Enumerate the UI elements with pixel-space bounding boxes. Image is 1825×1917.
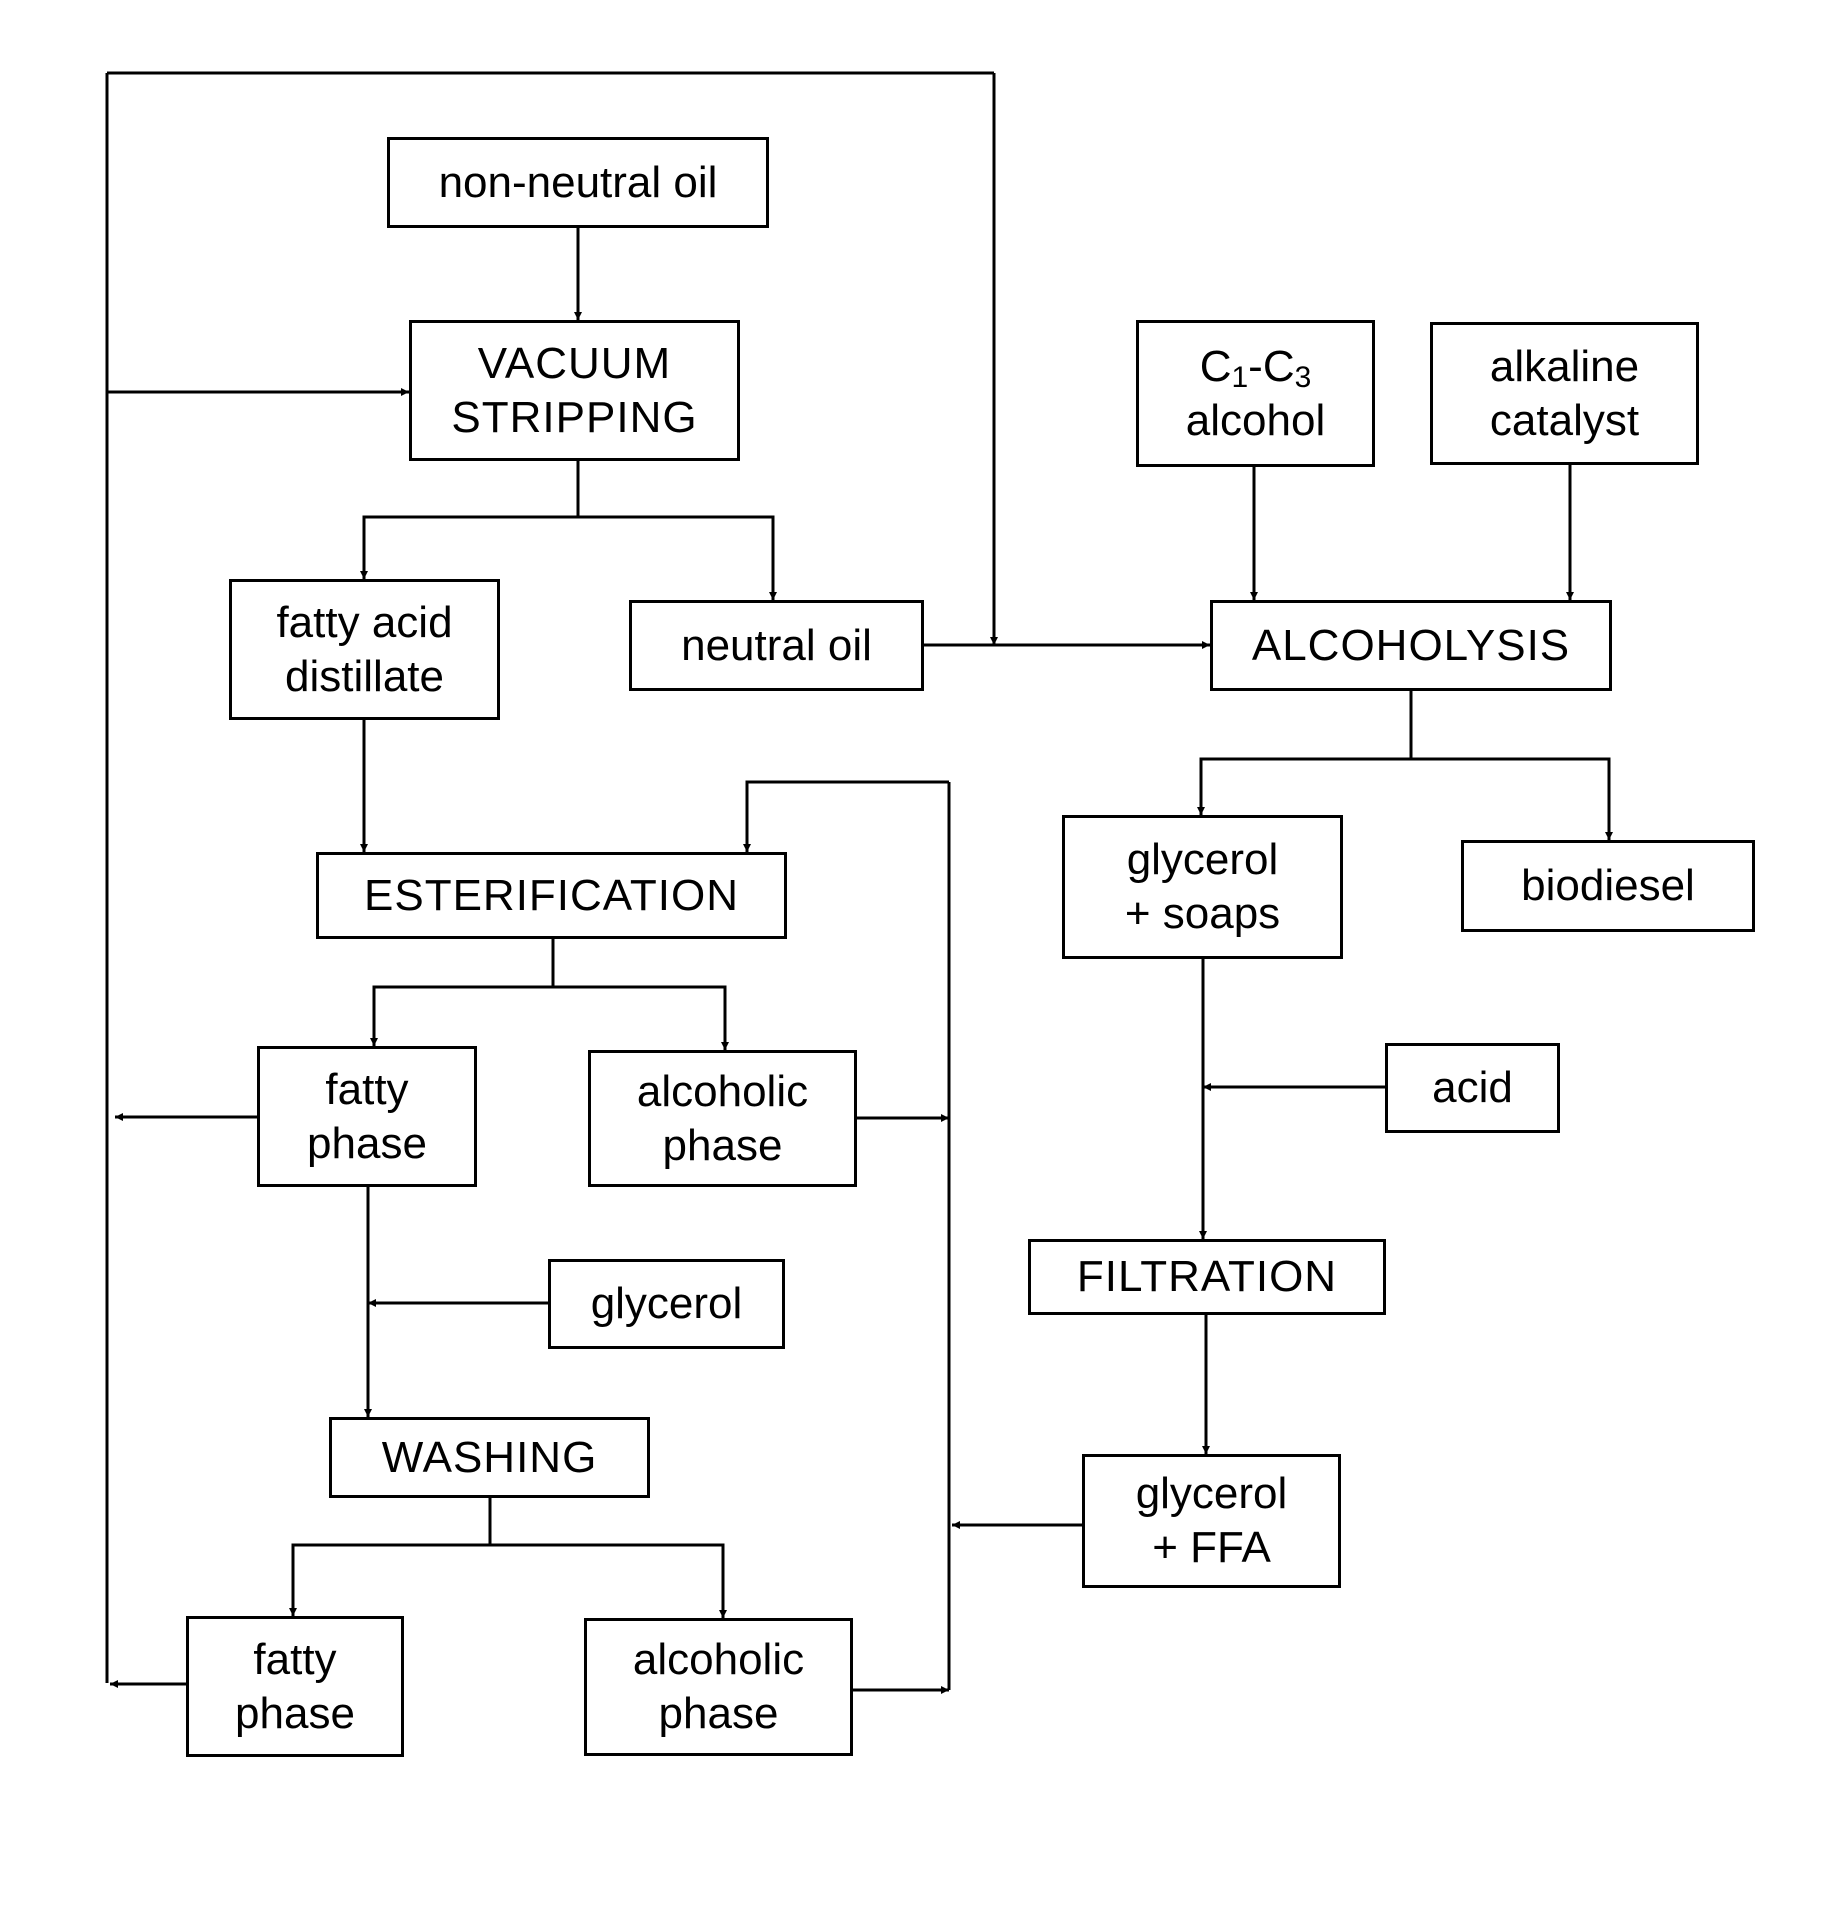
node-label: FILTRATION bbox=[1076, 1252, 1338, 1301]
node-label: glycerol bbox=[590, 1279, 743, 1328]
node-alkaline-catalyst: alkaline catalyst bbox=[1430, 322, 1699, 465]
node-vacuum-stripping: VACUUM STRIPPING bbox=[409, 320, 740, 461]
node-alcoholic-phase-2: alcoholic phase bbox=[584, 1618, 853, 1756]
node-label: ALCOHOLYSIS bbox=[1251, 620, 1571, 670]
node-glycerol-soaps: glycerol + soaps bbox=[1062, 815, 1343, 959]
node-label: glycerol + FFA bbox=[1135, 1469, 1288, 1572]
edge-stripping-to-neutral bbox=[578, 515, 777, 600]
node-label: C1-C3 alcohol bbox=[1185, 341, 1326, 445]
edge-stripping-to-distillate bbox=[360, 461, 580, 579]
node-fatty-phase-2: fatty phase bbox=[186, 1616, 404, 1757]
node-label: VACUUM STRIPPING bbox=[451, 338, 698, 442]
node-label: biodiesel bbox=[1521, 861, 1695, 910]
node-washing: WASHING bbox=[329, 1417, 650, 1498]
node-alcohol: C1-C3 alcohol bbox=[1136, 320, 1375, 467]
node-filtration: FILTRATION bbox=[1028, 1239, 1386, 1315]
node-esterification: ESTERIFICATION bbox=[316, 852, 787, 939]
node-alcoholysis: ALCOHOLYSIS bbox=[1210, 600, 1612, 691]
node-label: glycerol + soaps bbox=[1124, 835, 1281, 938]
node-neutral-oil: neutral oil bbox=[629, 600, 924, 691]
edge-alcoholysis-to-glycerol-soaps bbox=[1197, 691, 1413, 815]
edge-washing-to-fatty-phase bbox=[289, 1498, 492, 1616]
node-label: alcoholic phase bbox=[636, 1066, 809, 1170]
node-label: fatty phase bbox=[307, 1064, 427, 1168]
node-glycerol: glycerol bbox=[548, 1259, 785, 1349]
node-acid: acid bbox=[1385, 1043, 1560, 1133]
node-label: WASHING bbox=[381, 1432, 598, 1482]
node-glycerol-ffa: glycerol + FFA bbox=[1082, 1454, 1341, 1588]
node-label: acid bbox=[1432, 1063, 1513, 1112]
edge-alcoholysis-to-biodiesel bbox=[1411, 757, 1613, 840]
node-label: non-neutral oil bbox=[438, 157, 718, 207]
node-label: neutral oil bbox=[681, 620, 872, 670]
node-label: fatty acid distillate bbox=[276, 597, 453, 701]
edge-esterification-to-fatty-phase bbox=[370, 939, 555, 1046]
node-alcoholic-phase-1: alcoholic phase bbox=[588, 1050, 857, 1187]
node-fatty-phase-1: fatty phase bbox=[257, 1046, 477, 1187]
node-label: ESTERIFICATION bbox=[364, 870, 739, 920]
node-fatty-acid-distillate: fatty acid distillate bbox=[229, 579, 500, 720]
edge-washing-to-alcoholic-phase bbox=[490, 1543, 727, 1618]
node-biodiesel: biodiesel bbox=[1461, 840, 1755, 932]
edge-esterification-to-alcoholic-phase bbox=[553, 985, 729, 1050]
node-label: alkaline catalyst bbox=[1489, 341, 1640, 445]
edge-return-to-esterification bbox=[743, 780, 949, 852]
node-label: alcoholic phase bbox=[632, 1635, 805, 1738]
node-label: fatty phase bbox=[235, 1634, 355, 1738]
node-non-neutral-oil: non-neutral oil bbox=[387, 137, 769, 228]
